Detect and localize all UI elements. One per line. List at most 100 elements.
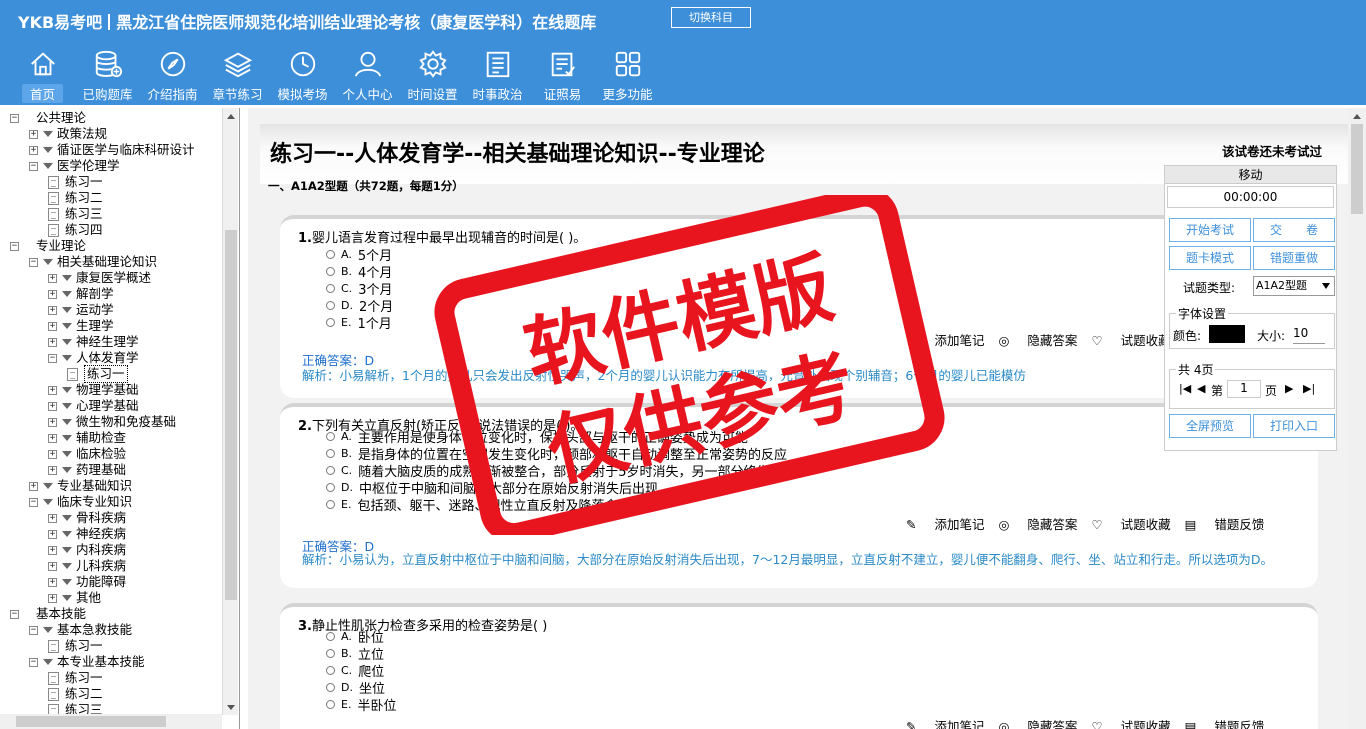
- expand-icon[interactable]: +: [29, 481, 38, 491]
- nav-grid[interactable]: 更多功能: [595, 46, 660, 103]
- nav-home[interactable]: 首页: [10, 46, 75, 103]
- add-note-button[interactable]: ✎ 添加笔记: [906, 514, 984, 533]
- nav-certificate[interactable]: 证照易: [530, 46, 595, 103]
- nav-user[interactable]: 个人中心: [335, 46, 400, 103]
- hide-answer-button[interactable]: ◎ 隐藏答案: [998, 330, 1077, 349]
- tree-item-folder[interactable]: + 专业基础知识: [29, 478, 132, 494]
- collapse-icon[interactable]: −: [29, 257, 38, 267]
- expand-icon[interactable]: +: [48, 321, 57, 331]
- radio-button[interactable]: [326, 301, 335, 310]
- favorite-button[interactable]: ♡ 试题收藏: [1091, 330, 1170, 349]
- tree-item-folder[interactable]: + 政策法规: [29, 126, 107, 142]
- collapse-icon[interactable]: −: [29, 657, 38, 667]
- tree-item-folder[interactable]: + 生理学: [48, 318, 114, 334]
- tree-item-exercise[interactable]: 练习一: [48, 670, 103, 686]
- tree-item-folder[interactable]: + 神经生理学: [48, 334, 139, 350]
- last-page-icon[interactable]: ▶|: [1303, 382, 1315, 395]
- font-size-input[interactable]: 10: [1293, 326, 1325, 344]
- collapse-icon[interactable]: −: [10, 609, 19, 619]
- report-error-button[interactable]: ▤ 错题反馈: [1185, 716, 1265, 729]
- collapse-icon[interactable]: −: [29, 625, 38, 635]
- next-page-icon[interactable]: ▶: [1285, 382, 1293, 395]
- expand-icon[interactable]: +: [48, 465, 57, 475]
- collapse-icon[interactable]: −: [29, 497, 38, 507]
- radio-button[interactable]: [326, 466, 335, 475]
- tree-horizontal-scrollbar[interactable]: [0, 714, 222, 729]
- radio-button[interactable]: [326, 267, 335, 276]
- add-note-button[interactable]: ✎ 添加笔记: [906, 330, 984, 349]
- redo-wrong-button[interactable]: 错题重做: [1253, 246, 1335, 270]
- page-number-input[interactable]: 1: [1227, 380, 1261, 398]
- expand-icon[interactable]: +: [48, 273, 57, 283]
- expand-icon[interactable]: +: [48, 337, 57, 347]
- tree-item-folder[interactable]: + 物理学基础: [48, 382, 139, 398]
- radio-button[interactable]: [326, 700, 335, 709]
- prev-page-icon[interactable]: ◀: [1197, 382, 1205, 395]
- radio-button[interactable]: [326, 449, 335, 458]
- tree-item-exercise[interactable]: 练习三: [48, 206, 103, 222]
- tree-item-folder[interactable]: + 辅助检查: [48, 430, 126, 446]
- first-page-icon[interactable]: |◀: [1179, 382, 1191, 395]
- expand-icon[interactable]: +: [48, 577, 57, 587]
- hide-answer-button[interactable]: ◎ 隐藏答案: [998, 716, 1077, 729]
- answer-option[interactable]: E. 包括颈、躯干、迷路、视性立直反射及降落伞反射: [326, 495, 643, 514]
- tree-item-folder[interactable]: − 基本急救技能: [29, 622, 132, 638]
- tree-item-folder[interactable]: + 神经疾病: [48, 526, 126, 542]
- tree-item-folder[interactable]: + 其他: [48, 590, 101, 606]
- radio-button[interactable]: [326, 432, 335, 441]
- radio-button[interactable]: [326, 284, 335, 293]
- favorite-button[interactable]: ♡ 试题收藏: [1091, 716, 1170, 729]
- expand-icon[interactable]: +: [48, 417, 57, 427]
- card-mode-button[interactable]: 题卡模式: [1169, 246, 1251, 270]
- tree-item-folder[interactable]: − 人体发育学: [48, 350, 139, 366]
- start-exam-button[interactable]: 开始考试: [1169, 218, 1251, 242]
- move-handle[interactable]: 移动: [1165, 166, 1336, 184]
- tree-item-folder[interactable]: + 循证医学与临床科研设计: [29, 142, 195, 158]
- tree-item-exercise[interactable]: 练习一: [67, 365, 128, 383]
- nav-clock[interactable]: 模拟考场: [270, 46, 335, 103]
- radio-button[interactable]: [326, 649, 335, 658]
- radio-button[interactable]: [326, 683, 335, 692]
- nav-layers[interactable]: 章节练习: [205, 46, 270, 103]
- tree-item-folder[interactable]: − 相关基础理论知识: [29, 254, 157, 270]
- submit-paper-button[interactable]: 交 卷: [1253, 218, 1335, 242]
- tree-item-folder[interactable]: + 临床检验: [48, 446, 126, 462]
- color-picker[interactable]: [1209, 325, 1245, 343]
- tree-item-folder[interactable]: + 内科疾病: [48, 542, 126, 558]
- tree-item-folder[interactable]: − 专业理论: [10, 238, 86, 254]
- tree-item-folder[interactable]: + 功能障碍: [48, 574, 126, 590]
- radio-button[interactable]: [326, 483, 335, 492]
- tree-item-folder[interactable]: + 解剖学: [48, 286, 114, 302]
- expand-icon[interactable]: +: [48, 593, 57, 603]
- expand-icon[interactable]: +: [48, 433, 57, 443]
- tree-item-exercise[interactable]: 练习二: [48, 190, 103, 206]
- expand-icon[interactable]: +: [29, 129, 38, 139]
- expand-icon[interactable]: +: [29, 145, 38, 155]
- tree-vertical-scrollbar[interactable]: [222, 108, 238, 715]
- tree-item-folder[interactable]: + 康复医学概述: [48, 270, 151, 286]
- main-vertical-scrollbar[interactable]: [1348, 108, 1366, 729]
- radio-button[interactable]: [326, 318, 335, 327]
- switch-subject-button[interactable]: 切换科目: [671, 7, 751, 28]
- expand-icon[interactable]: +: [48, 529, 57, 539]
- tree-item-exercise[interactable]: 练习一: [48, 174, 103, 190]
- radio-button[interactable]: [326, 666, 335, 675]
- expand-icon[interactable]: +: [48, 561, 57, 571]
- collapse-icon[interactable]: −: [29, 161, 38, 171]
- add-note-button[interactable]: ✎ 添加笔记: [906, 716, 984, 729]
- tree-item-folder[interactable]: + 药理基础: [48, 462, 126, 478]
- fullscreen-preview-button[interactable]: 全屏预览: [1169, 414, 1251, 438]
- hide-answer-button[interactable]: ◎ 隐藏答案: [998, 514, 1077, 533]
- radio-button[interactable]: [326, 500, 335, 509]
- tree-item-exercise[interactable]: 练习二: [48, 686, 103, 702]
- tree-item-folder[interactable]: + 心理学基础: [48, 398, 139, 414]
- favorite-button[interactable]: ♡ 试题收藏: [1091, 514, 1170, 533]
- tree-item-folder[interactable]: + 骨科疾病: [48, 510, 126, 526]
- expand-icon[interactable]: +: [48, 305, 57, 315]
- expand-icon[interactable]: +: [48, 545, 57, 555]
- collapse-icon[interactable]: −: [48, 353, 57, 363]
- nav-news[interactable]: 时事政治: [465, 46, 530, 103]
- collapse-icon[interactable]: −: [10, 241, 19, 251]
- answer-option[interactable]: E. 1个月: [326, 313, 392, 332]
- question-type-select[interactable]: A1A2型题: [1253, 276, 1335, 296]
